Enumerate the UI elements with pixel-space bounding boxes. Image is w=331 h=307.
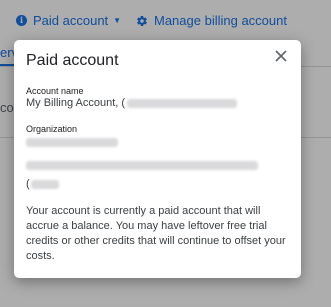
redacted-line-1 [26, 161, 258, 170]
page: i Paid account ▼ Manage billing account … [0, 0, 331, 307]
redacted-organization [26, 138, 118, 147]
redacted-account-id [127, 98, 238, 108]
organization-label: Organization [26, 124, 78, 134]
dialog-description: Your account is currently a paid account… [26, 205, 286, 262]
redacted-line-2: ( [26, 178, 59, 190]
close-button[interactable] [271, 48, 291, 68]
redacted-text [26, 161, 258, 170]
redacted-line-2-prefix: ( [26, 178, 30, 190]
paid-account-dialog: Paid account Account name My Billing Acc… [14, 40, 301, 278]
account-name-text: My Billing Account, ( [26, 97, 126, 109]
close-icon [275, 49, 287, 67]
dialog-title: Paid account [26, 52, 119, 69]
account-name-value: My Billing Account, ( [26, 97, 238, 109]
account-name-label: Account name [26, 86, 84, 96]
redacted-text [30, 179, 59, 189]
organization-value [26, 138, 118, 147]
